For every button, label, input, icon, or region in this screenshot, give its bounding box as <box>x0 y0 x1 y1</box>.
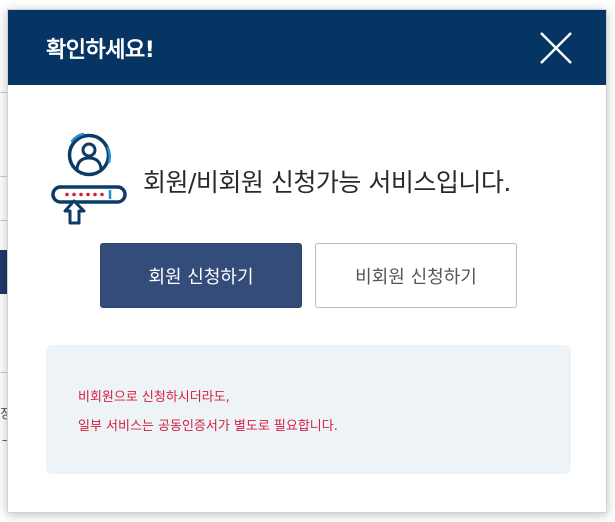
modal-title: 확인하세요! <box>46 38 155 63</box>
service-headline: 회원/비회원 신청가능 서비스입니다. <box>143 168 511 197</box>
modal-header: 확인하세요! <box>8 10 606 85</box>
nonmember-apply-button[interactable]: 비회원 신청하기 <box>315 243 517 308</box>
notice-line: 비회원으로 신청하시더라도, <box>78 390 230 405</box>
notice-box: 비회원으로 신청하시더라도, 일부 서비스는 공동인증서가 별도로 필요합니다. <box>46 345 571 474</box>
close-button[interactable] <box>538 30 574 66</box>
confirm-modal: 확인하세요! 회원/비회원 신청가능 서비스입니다. 회원 신청하기 비회원 신… <box>7 9 607 513</box>
notice-line: 일부 서비스는 공동인증서가 별도로 필요합니다. <box>78 419 338 434</box>
member-apply-button[interactable]: 회원 신청하기 <box>100 243 302 308</box>
user-login-icon <box>50 131 128 227</box>
close-icon <box>540 32 572 64</box>
